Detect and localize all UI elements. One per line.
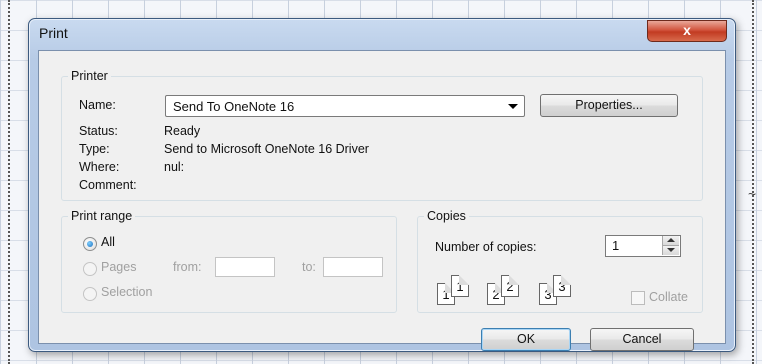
- printer-legend: Printer: [71, 69, 108, 83]
- radio-pages[interactable]: [83, 262, 97, 276]
- collate-page-icon: 3: [553, 275, 571, 297]
- collate-page-icon: 2: [501, 275, 519, 297]
- dialog-client-area: Printer Name: Send To OneNote 16 Propert…: [38, 50, 726, 351]
- collate-checkbox[interactable]: [631, 291, 645, 305]
- printer-name-value: Send To OneNote 16: [173, 99, 295, 114]
- page-margin-right: [752, 0, 754, 364]
- where-label: Where:: [79, 160, 120, 174]
- chevron-down-icon[interactable]: [508, 104, 518, 109]
- close-icon: x: [683, 22, 691, 38]
- copies-value[interactable]: 1: [612, 238, 619, 253]
- comment-label: Comment:: [79, 178, 137, 192]
- radio-selection[interactable]: [83, 287, 97, 301]
- page-margin-left: [8, 0, 10, 364]
- spin-down-icon[interactable]: [662, 246, 679, 255]
- printer-name-select[interactable]: Send To OneNote 16: [165, 95, 525, 117]
- to-input[interactable]: [323, 257, 383, 277]
- properties-button[interactable]: Properties...: [540, 94, 678, 117]
- spin-up-icon[interactable]: [662, 236, 679, 246]
- dialog-title: Print: [39, 25, 68, 41]
- from-input[interactable]: [215, 257, 275, 277]
- cancel-button[interactable]: Cancel: [590, 328, 694, 351]
- copies-spinner[interactable]: 1: [605, 235, 681, 257]
- print-range-legend: Print range: [71, 209, 133, 223]
- type-label: Type:: [79, 142, 110, 156]
- print-dialog: Print x Printer Name: Send To OneNote 16…: [28, 18, 736, 352]
- radio-pages-label[interactable]: Pages: [101, 260, 136, 274]
- status-value: Ready: [164, 124, 201, 138]
- status-label: Status:: [79, 124, 118, 138]
- number-of-copies-label: Number of copies:: [435, 240, 537, 254]
- collate-label[interactable]: Collate: [649, 290, 688, 304]
- radio-all-label[interactable]: All: [101, 235, 115, 249]
- radio-selection-label[interactable]: Selection: [101, 285, 152, 299]
- radio-all[interactable]: [83, 237, 97, 251]
- where-value: nul:: [164, 160, 185, 174]
- copies-legend: Copies: [427, 209, 466, 223]
- to-label: to:: [302, 260, 316, 274]
- page-curl-icon: ~: [748, 186, 757, 202]
- printer-group: Printer: [61, 69, 703, 201]
- close-button[interactable]: x: [647, 20, 727, 42]
- type-value: Send to Microsoft OneNote 16 Driver: [164, 142, 369, 156]
- printer-name-label: Name:: [79, 98, 116, 112]
- from-label: from:: [173, 260, 202, 274]
- ok-button[interactable]: OK: [481, 328, 571, 351]
- collate-page-icon: 1: [451, 275, 469, 297]
